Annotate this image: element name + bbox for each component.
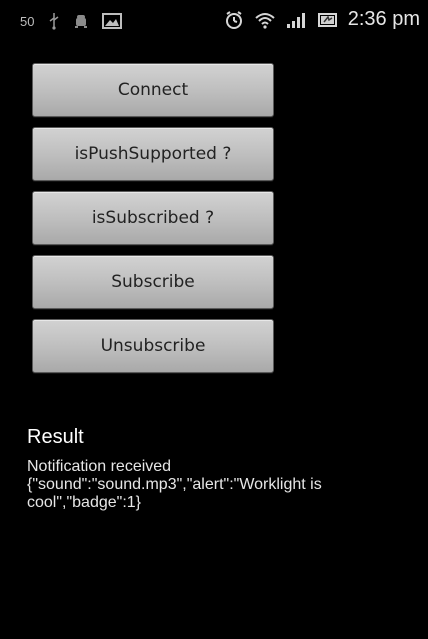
connect-button[interactable]: Connect: [32, 63, 274, 117]
result-title: Result: [27, 426, 84, 448]
is-subscribed-button[interactable]: isSubscribed ?: [32, 191, 274, 245]
status-bar: 50 2:36 pm: [0, 0, 428, 44]
alarm-clock-icon: [224, 10, 244, 30]
result-text: Notification received {"sound":"sound.mp…: [27, 458, 407, 512]
status-bar-right: 2:36 pm: [224, 8, 420, 31]
result-line: {"sound":"sound.mp3","alert":"Worklight …: [27, 476, 322, 493]
signal-icon: [286, 11, 308, 29]
battery-icon: [317, 11, 338, 29]
wifi-icon: [254, 11, 276, 29]
image-icon: [102, 13, 123, 29]
android-icon: [74, 13, 88, 29]
result-line: Notification received: [27, 458, 172, 475]
status-bar-left: 50: [20, 12, 123, 30]
notification-count: 50: [20, 13, 35, 29]
subscribe-button[interactable]: Subscribe: [32, 255, 274, 309]
result-line: cool","badge":1}: [27, 494, 142, 511]
is-push-supported-button[interactable]: isPushSupported ?: [32, 127, 274, 181]
usb-icon: [48, 12, 60, 30]
unsubscribe-button[interactable]: Unsubscribe: [32, 319, 274, 373]
clock-time: 2:36 pm: [347, 8, 420, 30]
